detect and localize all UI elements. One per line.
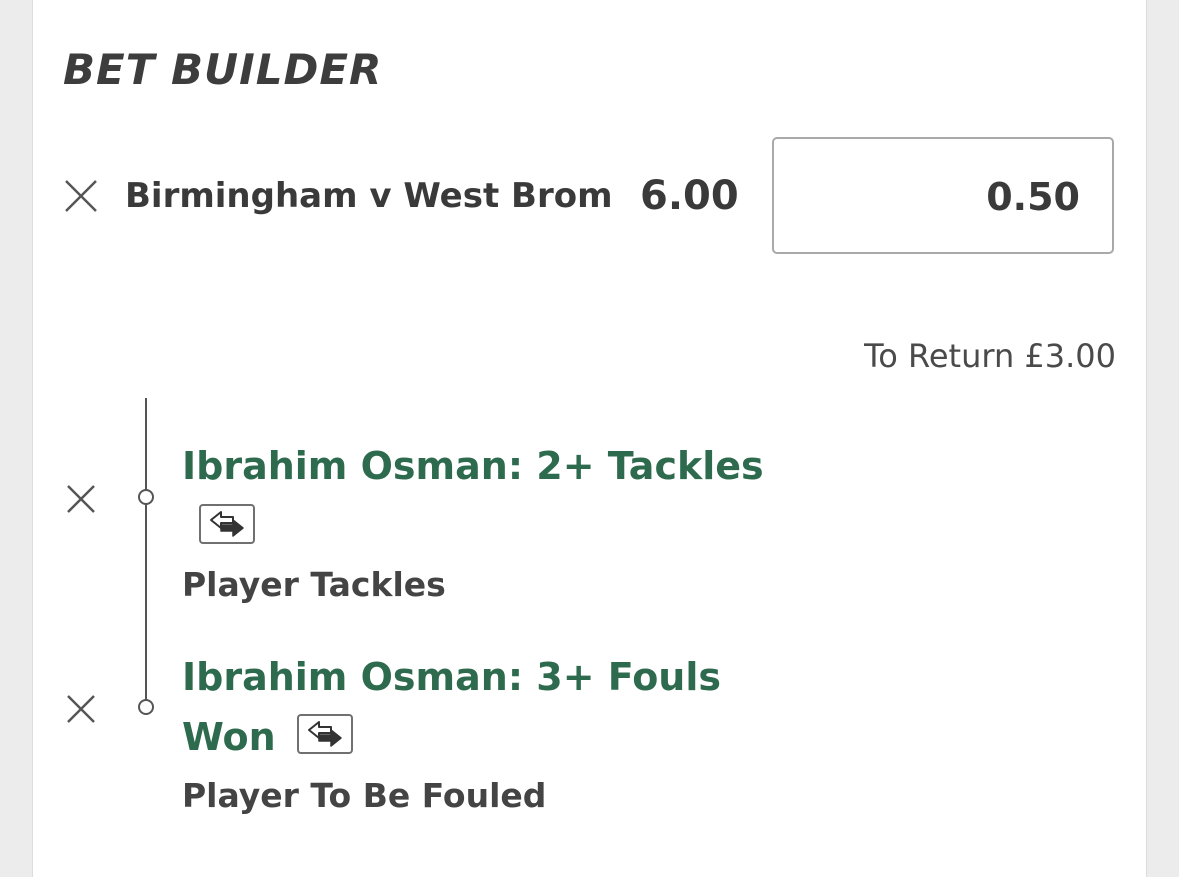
page-title: BET BUILDER [63, 45, 383, 94]
selection-market: Player Tackles [182, 565, 446, 604]
selection-timeline [145, 398, 147, 707]
remove-selection-2-close-icon[interactable] [64, 692, 98, 726]
to-return-text: To Return £3.00 [864, 337, 1116, 375]
swap-icon[interactable] [297, 714, 353, 754]
bet-odds: 6.00 [640, 173, 739, 219]
selection-title: Ibrahim Osman: 3+ Fouls [182, 655, 721, 699]
remove-bet-close-icon[interactable] [64, 179, 98, 213]
stake-value: 0.50 [986, 175, 1080, 219]
remove-selection-1-close-icon[interactable] [64, 482, 98, 516]
bet-builder-panel: BET BUILDER Birmingham v West Brom 6.00 … [32, 0, 1147, 877]
selection-market: Player To Be Fouled [182, 776, 547, 815]
stake-input[interactable]: 0.50 [772, 137, 1114, 254]
match-name: Birmingham v West Brom [125, 176, 613, 216]
timeline-dot [138, 489, 154, 505]
selection-title-continued: Won [182, 715, 276, 759]
timeline-dot [138, 699, 154, 715]
swap-icon[interactable] [199, 504, 255, 544]
selection-title: Ibrahim Osman: 2+ Tackles [182, 444, 764, 488]
